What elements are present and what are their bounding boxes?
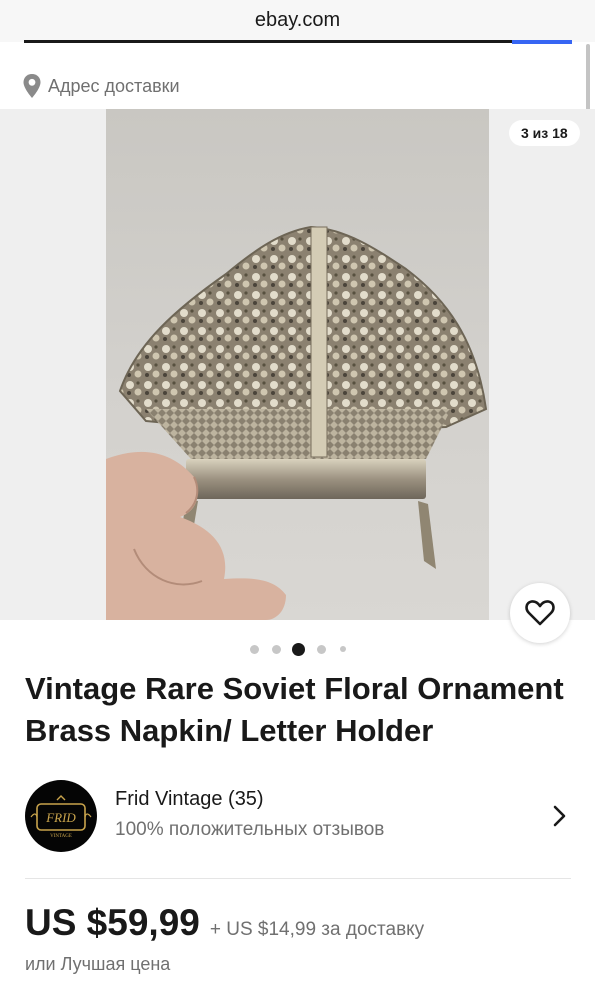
pagination-dot-active[interactable] bbox=[292, 643, 305, 656]
seller-name[interactable]: Frid Vintage (35) bbox=[115, 788, 264, 811]
best-offer-label: или Лучшая цена bbox=[25, 954, 171, 974]
seller-logo[interactable]: FRID VINTAGE bbox=[25, 780, 97, 852]
location-pin-icon bbox=[23, 74, 41, 98]
gallery-pagination bbox=[0, 642, 595, 656]
delivery-address-link[interactable]: Адрес доставки bbox=[22, 70, 180, 102]
chevron-right-icon[interactable] bbox=[551, 804, 569, 828]
pagination-dot[interactable] bbox=[272, 645, 281, 654]
heart-icon bbox=[525, 600, 555, 626]
image-gallery[interactable]: 3 из 18 bbox=[0, 109, 595, 620]
delivery-address-label: Адрес доставки bbox=[48, 75, 180, 96]
product-photo-illustration bbox=[106, 225, 488, 620]
search-button[interactable] bbox=[512, 40, 572, 44]
shipping-cost: + US $14,99 за доставку bbox=[209, 919, 425, 940]
scrollbar[interactable] bbox=[586, 44, 590, 118]
section-divider bbox=[25, 878, 571, 879]
browser-address-bar[interactable]: ebay.com bbox=[0, 0, 595, 42]
url-text: ebay.com bbox=[254, 9, 341, 31]
pagination-dot[interactable] bbox=[250, 645, 259, 654]
product-image[interactable] bbox=[106, 109, 489, 620]
seller-logo-text: FRID bbox=[45, 810, 76, 825]
listing-title: Vintage Rare Soviet Floral Ornament Bras… bbox=[25, 671, 564, 748]
pagination-dot[interactable] bbox=[317, 645, 326, 654]
price-row: US $59,99 + US $14,99 за доставку bbox=[25, 902, 424, 948]
image-counter-badge: 3 из 18 bbox=[509, 120, 580, 146]
search-field-underline[interactable] bbox=[24, 40, 512, 43]
seller-card[interactable]: FRID VINTAGE Frid Vintage (35) 100% поло… bbox=[25, 780, 573, 852]
watchlist-button[interactable] bbox=[510, 583, 570, 643]
seller-logo-subtext: VINTAGE bbox=[50, 834, 72, 839]
pagination-dot[interactable] bbox=[340, 646, 346, 652]
item-price: US $59,99 bbox=[25, 902, 200, 943]
seller-logo-graphic: FRID VINTAGE bbox=[30, 795, 92, 839]
seller-feedback: 100% положительных отзывов bbox=[115, 819, 385, 840]
